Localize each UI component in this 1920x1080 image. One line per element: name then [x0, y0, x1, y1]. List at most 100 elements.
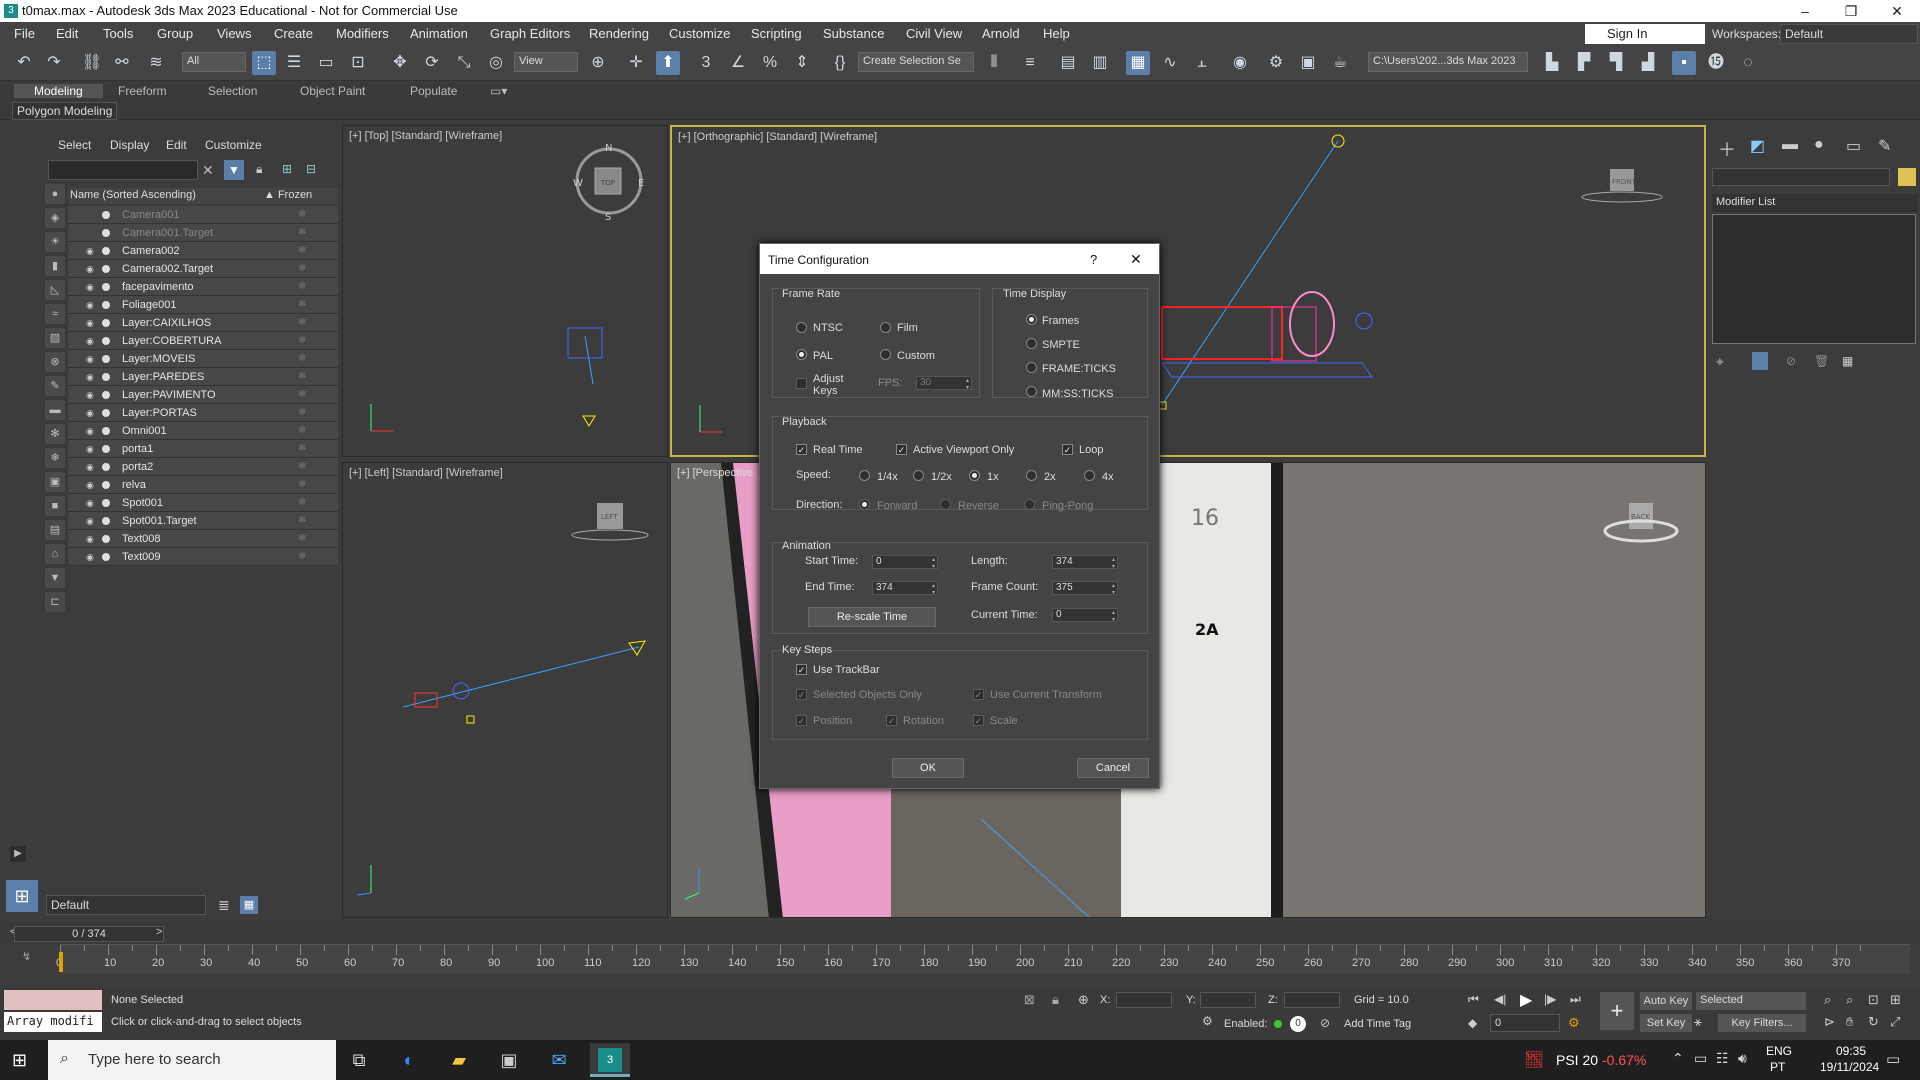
ref-coord-dropdown[interactable]: View	[514, 52, 578, 72]
visibility-eye-icon[interactable]: ◉	[86, 440, 94, 458]
reverse-radio[interactable]	[940, 499, 951, 510]
filter-bones-icon[interactable]: ✎	[45, 376, 65, 396]
taskbar-search-input[interactable]: Type here to search	[48, 1040, 336, 1080]
hierarchy-icon[interactable]: ⊞	[282, 162, 292, 176]
object-color-swatch[interactable]	[1898, 168, 1916, 186]
visibility-eye-icon[interactable]: ◉	[86, 476, 94, 494]
list-item[interactable]: ◉ relva ❄	[68, 476, 338, 494]
list-item[interactable]: Camera001.Target ❄	[68, 224, 338, 242]
filter-invert-icon[interactable]: ⌂	[45, 544, 65, 564]
scale-checkbox[interactable]: ✓	[973, 715, 984, 726]
maximize-viewport-icon[interactable]: ⤢	[1890, 1014, 1900, 1030]
filter-none-icon[interactable]: ▤	[45, 520, 65, 540]
curve-toggle-icon[interactable]: ↯	[22, 950, 31, 963]
list-item[interactable]: ◉ Spot001.Target ❄	[68, 512, 338, 530]
freeze-icon[interactable]: ❄	[298, 386, 306, 404]
filter-spacewarps-icon[interactable]: ≈	[45, 304, 65, 324]
list-item[interactable]: ◉ Layer:MOVEIS ❄	[68, 350, 338, 368]
ntsc-radio[interactable]	[796, 322, 807, 333]
filter-lights-icon[interactable]: ☀	[45, 232, 65, 252]
selection-filter-dropdown[interactable]: All	[182, 52, 246, 72]
set-key-button[interactable]: Set Key	[1640, 1014, 1692, 1032]
layers-icon[interactable]: ≣	[218, 897, 230, 914]
absolute-mode-icon[interactable]: ⊕	[1078, 992, 1089, 1008]
speed-2x-radio[interactable]	[1026, 470, 1037, 481]
menu-create[interactable]: Create	[274, 26, 313, 41]
add-time-tag-icon[interactable]: ⊘	[1320, 1016, 1330, 1030]
cancel-button[interactable]: Cancel	[1077, 758, 1149, 778]
undo-icon[interactable]: ↶	[12, 51, 36, 75]
visibility-eye-icon[interactable]: ◉	[86, 260, 94, 278]
edit-named-selection-icon[interactable]: {}	[828, 51, 852, 75]
maxscript-listener-input[interactable]: Array modifi	[4, 1012, 102, 1032]
select-by-name-icon[interactable]: ☰	[282, 51, 306, 75]
viewport-top[interactable]: [+] [Top] [Standard] [Wireframe] TOP N E…	[342, 125, 668, 457]
zoom-extents-all-icon[interactable]: ⊞	[1890, 992, 1901, 1008]
field-of-view-icon[interactable]: ⊳	[1824, 1014, 1835, 1030]
project-folder-icon[interactable]: ▙	[1540, 51, 1564, 75]
list-item[interactable]: ◉ Layer:PAREDES ❄	[68, 368, 338, 386]
motion-panel-icon[interactable]: ●	[1814, 136, 1824, 154]
rect-selection-icon[interactable]: ▭	[314, 51, 338, 75]
time-next-icon[interactable]: >	[156, 926, 162, 938]
visibility-eye-icon[interactable]: ◉	[86, 332, 94, 350]
ok-button[interactable]: OK	[892, 758, 964, 778]
angle-snap-icon[interactable]: ∠	[726, 51, 750, 75]
filter-options-icon[interactable]: ⊏	[45, 592, 65, 612]
pivot-icon[interactable]: ⊕	[586, 51, 610, 75]
set-key-big-icon[interactable]: +	[1600, 992, 1634, 1030]
play-icon[interactable]: ▶	[1520, 990, 1532, 1010]
import-icon[interactable]: ▛	[1572, 51, 1596, 75]
placement-icon[interactable]: ◎	[484, 51, 508, 75]
export-icon[interactable]: ▜	[1604, 51, 1628, 75]
keyboard-shortcut-override-icon[interactable]: ⬆	[656, 51, 680, 75]
visibility-eye-icon[interactable]: ◉	[86, 296, 94, 314]
object-name-input[interactable]	[1712, 168, 1890, 186]
filter-groups-icon[interactable]: ▧	[45, 328, 65, 348]
mirror-icon[interactable]: ⫴	[982, 51, 1006, 75]
bind-spacewarp-icon[interactable]: ≋	[144, 51, 168, 75]
freeze-icon[interactable]: ❄	[298, 206, 306, 224]
enabled-indicator[interactable]	[1274, 1020, 1282, 1028]
polygon-modeling-label[interactable]: Polygon Modeling	[12, 102, 118, 120]
notifications-icon[interactable]: ▭	[1886, 1050, 1900, 1068]
list-item[interactable]: ◉ porta2 ❄	[68, 458, 338, 476]
filter-cameras-icon[interactable]: ▮	[45, 256, 65, 276]
menu-customize[interactable]: Customize	[669, 26, 730, 41]
use-current-transform-checkbox[interactable]: ✓	[973, 689, 984, 700]
list-item[interactable]: ◉ Camera002 ❄	[68, 242, 338, 260]
menu-graph-editors[interactable]: Graph Editors	[490, 26, 570, 41]
ribbon-tab-modeling[interactable]: Modeling	[14, 84, 103, 98]
file-explorer-icon[interactable]: ▰	[444, 1046, 474, 1074]
help-button[interactable]: ?	[1090, 252, 1097, 267]
next-frame-icon[interactable]: |▶	[1544, 992, 1556, 1006]
list-item[interactable]: Camera001 ❄	[68, 206, 338, 224]
isolate-icon[interactable]: ⊠	[1024, 992, 1035, 1008]
tray-monitor-icon[interactable]: ▭	[1694, 1050, 1707, 1067]
ribbon-tab-object-paint[interactable]: Object Paint	[300, 84, 365, 98]
visibility-eye-icon[interactable]: ◉	[86, 530, 94, 548]
scale-icon[interactable]: ⤡	[452, 51, 476, 75]
goto-end-icon[interactable]: ⏭	[1570, 992, 1581, 1007]
network-icon[interactable]: ☷	[1716, 1050, 1729, 1067]
time-slider[interactable]: 0 / 374	[14, 926, 164, 942]
visibility-eye-icon[interactable]: ◉	[86, 494, 94, 512]
list-item[interactable]: ◉ facepavimento ❄	[68, 278, 338, 296]
visibility-eye-icon[interactable]: ◉	[86, 242, 94, 260]
filter-all-icon[interactable]: ■	[45, 496, 65, 516]
list-item[interactable]: ◉ Spot001 ❄	[68, 494, 338, 512]
film-radio[interactable]	[880, 322, 891, 333]
freeze-icon[interactable]: ❄	[298, 350, 306, 368]
list-item[interactable]: ◉ Omni001 ❄	[68, 422, 338, 440]
visibility-eye-icon[interactable]: ◉	[86, 350, 94, 368]
loop-checkbox[interactable]: ✓	[1062, 444, 1073, 455]
clock-date[interactable]: 19/11/2024	[1820, 1060, 1879, 1074]
menu-group[interactable]: Group	[157, 26, 193, 41]
visibility-eye-icon[interactable]: ◉	[86, 368, 94, 386]
frame-ticks-radio[interactable]	[1026, 362, 1037, 373]
freeze-icon[interactable]: ❄	[298, 224, 306, 242]
dialog-close-button[interactable]: ✕	[1130, 251, 1142, 268]
visibility-eye-icon[interactable]: ◉	[86, 422, 94, 440]
freeze-icon[interactable]: ❄	[298, 260, 306, 278]
freeze-icon[interactable]: ❄	[298, 530, 306, 548]
